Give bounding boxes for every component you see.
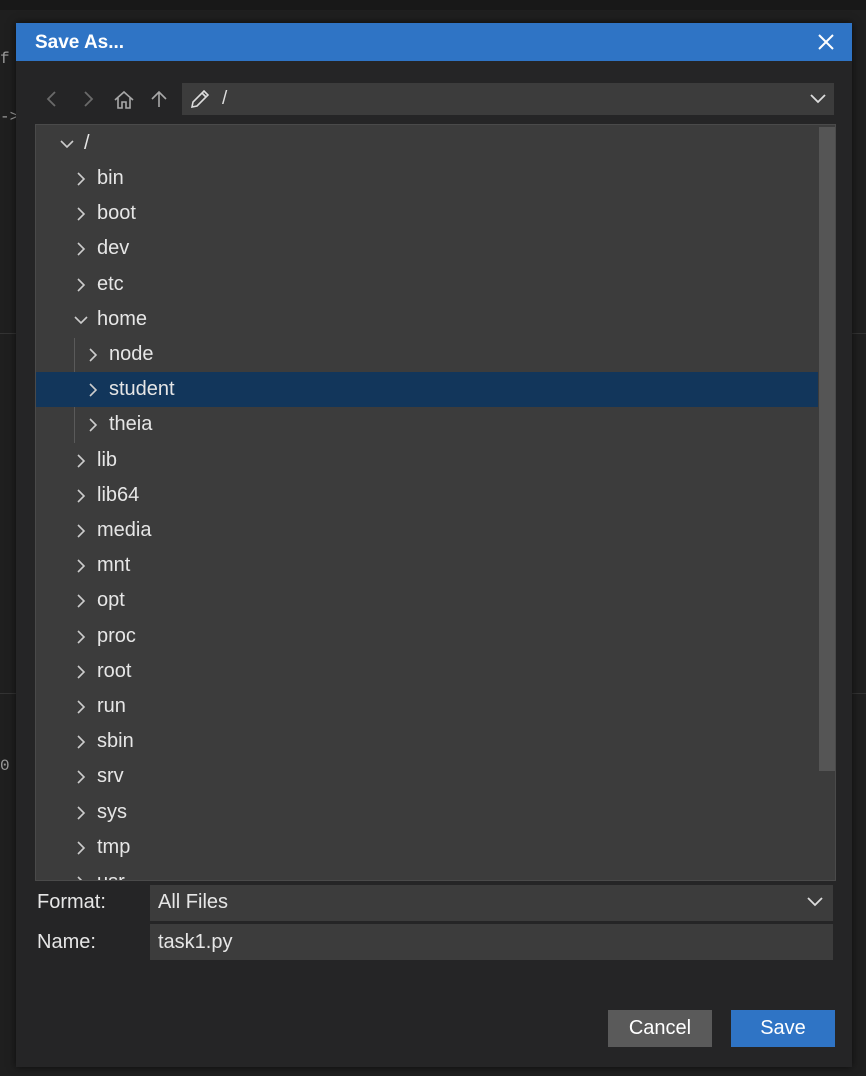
chevron-right-icon bbox=[89, 383, 98, 397]
save-as-dialog: Save As... / / bin boot dev etc home nod… bbox=[16, 23, 852, 1067]
tree-item[interactable]: lib bbox=[36, 443, 818, 478]
format-label: Format: bbox=[37, 891, 106, 913]
path-selector[interactable]: / bbox=[182, 83, 834, 115]
tree-item-label: opt bbox=[97, 589, 125, 612]
tree-item[interactable]: opt bbox=[36, 583, 818, 618]
filename-input[interactable] bbox=[150, 924, 833, 960]
up-button[interactable] bbox=[145, 83, 173, 115]
chevron-right-icon bbox=[77, 594, 86, 608]
chevron-right-icon bbox=[77, 242, 86, 256]
chevron-right-icon bbox=[77, 841, 86, 855]
tree-item-label: etc bbox=[97, 272, 124, 295]
background-code-fragment: f bbox=[0, 50, 10, 68]
chevron-down-icon bbox=[60, 140, 74, 149]
tree-item[interactable]: dev bbox=[36, 231, 818, 266]
tree-item-label: run bbox=[97, 695, 126, 717]
tree-item[interactable]: mnt bbox=[36, 548, 818, 583]
tree-item-label: proc bbox=[97, 624, 136, 647]
chevron-right-icon bbox=[77, 735, 86, 749]
tree-item[interactable]: boot bbox=[36, 196, 818, 231]
background-code-fragment: 0 bbox=[0, 757, 10, 775]
tree-item[interactable]: sbin bbox=[36, 724, 818, 759]
close-button[interactable] bbox=[814, 30, 838, 54]
tree-item-root[interactable]: / bbox=[36, 126, 818, 161]
tree-item-label: sys bbox=[97, 800, 127, 823]
chevron-right-icon bbox=[77, 770, 86, 784]
chevron-right-icon bbox=[77, 630, 86, 644]
tree-item-label: tmp bbox=[97, 835, 131, 858]
tree-item-label: sbin bbox=[97, 730, 134, 753]
tree-item-label: student bbox=[109, 378, 175, 401]
chevron-down-icon bbox=[807, 897, 823, 907]
chevron-down-icon bbox=[74, 316, 88, 324]
chevron-right-icon bbox=[77, 665, 86, 679]
tree-item[interactable]: root bbox=[36, 654, 818, 689]
tree-item[interactable]: home bbox=[36, 302, 818, 337]
tree-item-label: media bbox=[97, 519, 152, 541]
chevron-left-icon bbox=[46, 91, 56, 107]
tree-item[interactable]: lib64 bbox=[36, 478, 818, 513]
chevron-right-icon bbox=[77, 700, 86, 714]
chevron-right-icon bbox=[77, 207, 86, 221]
format-value: All Files bbox=[158, 891, 229, 913]
home-button[interactable] bbox=[109, 83, 137, 115]
back-button[interactable] bbox=[38, 83, 66, 115]
cancel-button[interactable]: Cancel bbox=[608, 1010, 712, 1047]
pencil-icon bbox=[190, 89, 210, 109]
forward-button[interactable] bbox=[74, 83, 102, 115]
dialog-titlebar: Save As... bbox=[16, 23, 852, 61]
tree-item-label: srv bbox=[97, 765, 124, 788]
tree-item[interactable]: usr bbox=[36, 865, 818, 880]
tree-item[interactable]: etc bbox=[36, 267, 818, 302]
file-tree[interactable]: / bin boot dev etc home node student theia lib li… bbox=[35, 124, 836, 881]
name-label: Name: bbox=[37, 931, 96, 953]
tree-item-label: root bbox=[97, 659, 132, 682]
close-icon bbox=[818, 34, 834, 50]
background-tabbar bbox=[0, 0, 866, 10]
tree-item-label: dev bbox=[97, 237, 130, 260]
tree-item[interactable]: srv bbox=[36, 759, 818, 794]
chevron-right-icon bbox=[89, 348, 98, 362]
tree-item-label: boot bbox=[97, 202, 136, 225]
tree-item-label: node bbox=[109, 343, 154, 365]
chevron-right-icon bbox=[77, 806, 86, 820]
arrow-up-icon bbox=[151, 90, 167, 107]
chevron-right-icon bbox=[77, 876, 83, 880]
tree-item[interactable]: media bbox=[36, 513, 818, 548]
chevron-right-icon bbox=[89, 418, 98, 432]
chevron-down-icon bbox=[810, 94, 826, 104]
chevron-right-icon bbox=[77, 278, 86, 292]
tree-item[interactable]: sys bbox=[36, 795, 818, 830]
tree-item-label: / bbox=[84, 132, 90, 154]
chevron-right-icon bbox=[77, 559, 86, 573]
tree-item[interactable]: proc bbox=[36, 619, 818, 654]
tree-item[interactable]: bin bbox=[36, 161, 818, 196]
chevron-right-icon bbox=[77, 454, 86, 468]
chevron-right-icon bbox=[77, 524, 86, 538]
tree-item[interactable]: theia bbox=[36, 407, 818, 442]
dialog-title: Save As... bbox=[35, 32, 125, 53]
tree-item-label: home bbox=[97, 307, 148, 330]
navigation-bar: / bbox=[16, 83, 852, 115]
tree-item-label: usr bbox=[97, 871, 125, 880]
chevron-right-icon bbox=[77, 172, 86, 186]
tree-item[interactable]: tmp bbox=[36, 830, 818, 865]
tree-item[interactable]: student bbox=[36, 372, 818, 408]
tree-item[interactable]: run bbox=[36, 689, 818, 724]
tree-item-label: theia bbox=[109, 413, 153, 436]
tree-item-label: bin bbox=[97, 167, 124, 189]
tree-item[interactable]: node bbox=[36, 337, 818, 372]
tree-item-label: lib bbox=[97, 448, 118, 471]
format-select[interactable]: All Files bbox=[150, 885, 833, 921]
tree-item-label: lib64 bbox=[97, 483, 140, 506]
tree-item-label: mnt bbox=[97, 554, 131, 577]
save-button[interactable]: Save bbox=[731, 1010, 835, 1047]
chevron-right-icon bbox=[77, 489, 86, 503]
current-path: / bbox=[222, 88, 228, 109]
chevron-right-icon bbox=[84, 91, 94, 107]
home-icon bbox=[114, 90, 134, 109]
tree-scrollbar[interactable] bbox=[819, 127, 835, 771]
